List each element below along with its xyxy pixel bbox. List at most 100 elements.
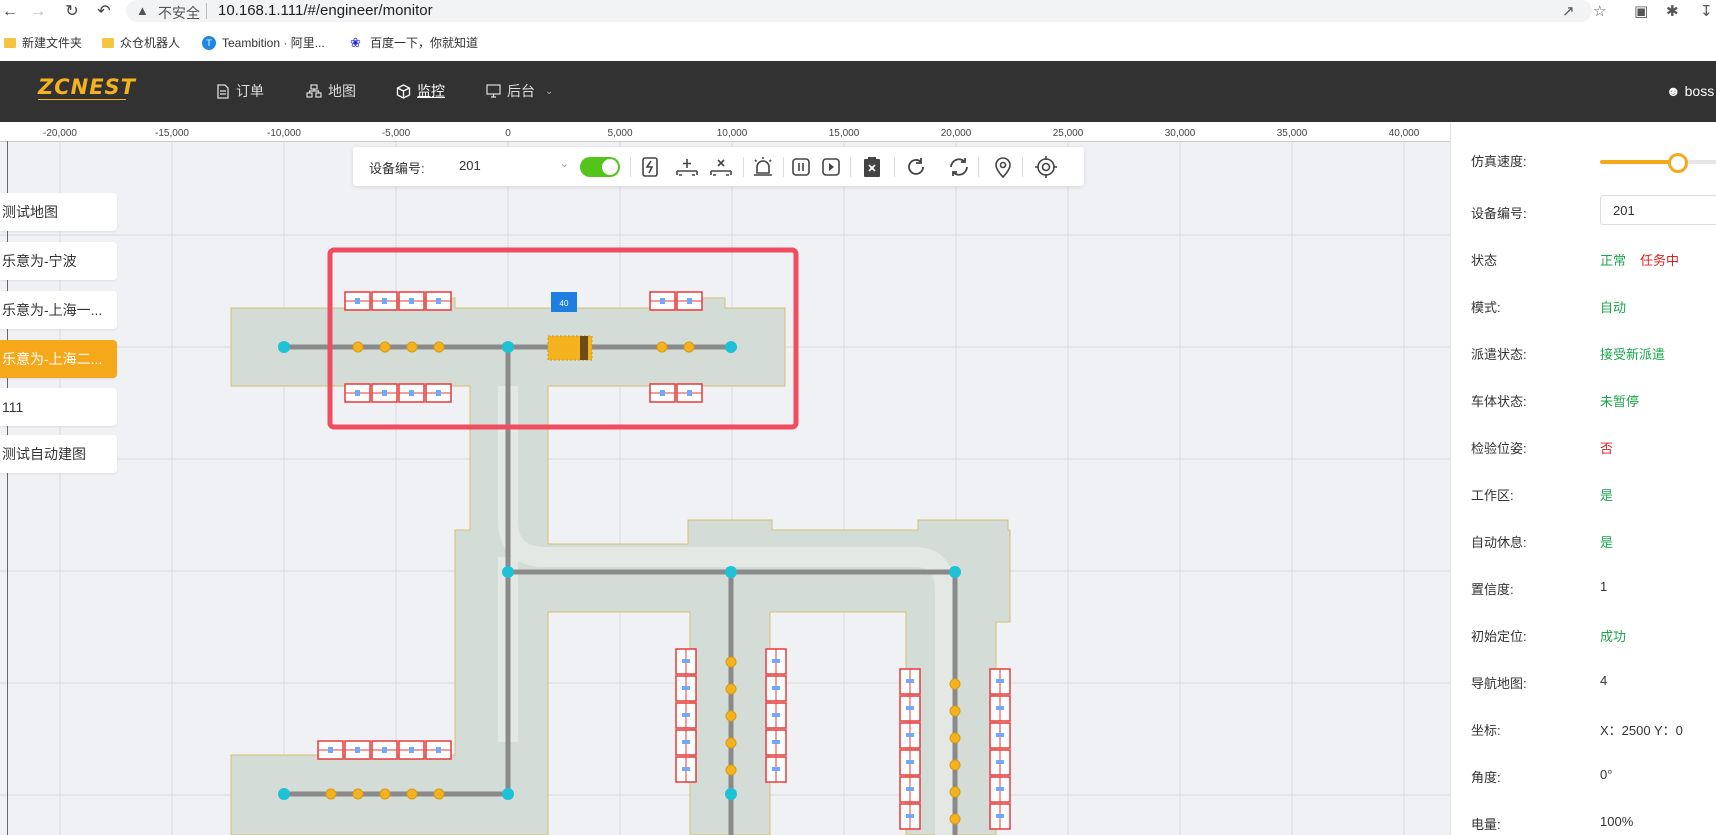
refresh-icon[interactable] bbox=[902, 153, 930, 181]
path-node bbox=[502, 341, 514, 353]
back-icon[interactable]: ← bbox=[0, 2, 20, 22]
logo-underline bbox=[38, 99, 126, 100]
ruler-tick: 10,000 bbox=[716, 128, 748, 139]
extensions-icon[interactable]: ✱ bbox=[1666, 2, 1679, 20]
status-row-value: 否 bbox=[1600, 441, 1614, 456]
status-row-label: 状态 bbox=[1471, 253, 1498, 268]
shelf-slot bbox=[660, 390, 665, 396]
document-icon bbox=[217, 83, 229, 99]
auto-toggle[interactable] bbox=[580, 157, 620, 177]
station-node bbox=[683, 341, 695, 353]
chevron-down-icon: ⌄ bbox=[545, 85, 554, 97]
ruler-top: -20,000 -15,000 -10,000 -5,000 0 5,000 1… bbox=[0, 122, 1450, 142]
toolbar-divider bbox=[630, 157, 631, 177]
map-canvas[interactable]: 40 -20,000 -15,000 -10,000 -5,000 0 5,00… bbox=[0, 122, 1450, 835]
status-row-label: 工作区: bbox=[1471, 488, 1514, 503]
status-row-label: 初始定位: bbox=[1471, 629, 1527, 644]
status-row-value: 是 bbox=[1600, 535, 1614, 550]
nav-monitor[interactable]: 监控 bbox=[396, 81, 445, 101]
ruler-tick: -15,000 bbox=[155, 128, 189, 139]
crop-icon[interactable]: ▣ bbox=[1634, 2, 1648, 20]
nav-orders[interactable]: 订单 bbox=[216, 81, 264, 101]
ruler-tick: 15,000 bbox=[828, 128, 860, 139]
status-row-value: X：2500 Y：0 bbox=[1600, 723, 1683, 738]
address-bar[interactable]: ▲ 不安全 10.168.1.111/#/engineer/monitor bbox=[126, 0, 1592, 22]
shelf-slot bbox=[660, 298, 665, 304]
shelf-slot bbox=[687, 390, 692, 396]
bookmark-label: 百度一下，你就知道 bbox=[370, 36, 479, 50]
shelf-slot bbox=[996, 679, 1004, 683]
bookmarks-bar: 新建文件夹 众仓机器人 T Teambition · 阿里... ❀ 百度一下，… bbox=[0, 30, 1716, 56]
user-menu[interactable]: ☻ boss bbox=[1666, 83, 1714, 99]
star-icon[interactable]: ☆ bbox=[1593, 2, 1606, 20]
download-icon[interactable]: ↧ bbox=[1700, 2, 1713, 20]
device-status-panel: 仿真速度: 设备编号: 201 状态 正常 任务中 模式: 自动 派遣状态: 接受新派遣 车体… bbox=[1450, 122, 1716, 835]
status-row-label: 自动休息: bbox=[1471, 535, 1527, 550]
station-node bbox=[949, 705, 961, 717]
shelf-slot bbox=[682, 659, 690, 663]
map-list-item[interactable]: 111 bbox=[0, 388, 117, 426]
station-node bbox=[433, 341, 445, 353]
user-icon: ☻ bbox=[1666, 83, 1681, 99]
device-label: 设备编号: bbox=[369, 161, 425, 176]
ruler-tick: 30,000 bbox=[1164, 128, 1196, 139]
bookmark-item[interactable]: T Teambition · 阿里... bbox=[202, 34, 325, 51]
speed-slider-handle[interactable] bbox=[1668, 153, 1688, 173]
device-select-value: 201 bbox=[459, 158, 481, 173]
status-row-label: 检验位姿: bbox=[1471, 441, 1527, 456]
url-text[interactable]: 10.168.1.111/#/engineer/monitor bbox=[218, 2, 433, 19]
vehicle-badge[interactable]: 40 bbox=[551, 292, 577, 312]
pallet-add-icon[interactable] bbox=[673, 153, 701, 181]
shelf-slot bbox=[682, 713, 690, 717]
status-row-value: 0° bbox=[1600, 767, 1613, 782]
warning-icon: ▲ bbox=[136, 3, 149, 18]
app-header: ZCNEST 订单 地图 监控 后台 ⌄ ☻ boss bbox=[0, 61, 1716, 122]
map-list-item[interactable]: 乐意为-宁波 bbox=[0, 242, 117, 280]
speed-slider[interactable] bbox=[1600, 153, 1716, 173]
map-list-item[interactable]: 测试地图 bbox=[0, 193, 117, 231]
status-row-value: 未暂停 bbox=[1600, 394, 1640, 409]
undo-icon[interactable]: ↶ bbox=[94, 2, 114, 22]
shelf-slot bbox=[996, 814, 1004, 818]
vehicle-agv[interactable] bbox=[547, 335, 593, 361]
device-field[interactable]: 201 bbox=[1600, 195, 1716, 225]
shelf-slot bbox=[682, 767, 690, 771]
shelf-slot bbox=[328, 747, 333, 753]
nav-map[interactable]: 地图 bbox=[306, 81, 356, 101]
map-list-item[interactable]: 乐意为-上海一... bbox=[0, 291, 117, 329]
shelf-slot bbox=[906, 787, 914, 791]
sync-icon[interactable] bbox=[945, 153, 973, 181]
target-icon[interactable] bbox=[1032, 153, 1060, 181]
station-node bbox=[949, 678, 961, 690]
station-node bbox=[725, 764, 737, 776]
forward-icon[interactable]: → bbox=[28, 2, 48, 22]
shelf-slot bbox=[906, 814, 914, 818]
alarm-icon[interactable] bbox=[749, 153, 777, 181]
clear-icon[interactable] bbox=[858, 153, 886, 181]
status-row-value: 正常 bbox=[1600, 253, 1627, 268]
bookmark-label: 众仓机器人 bbox=[120, 36, 181, 50]
play-icon[interactable] bbox=[817, 153, 845, 181]
map-list-item[interactable]: 测试自动建图 bbox=[0, 435, 117, 473]
pause-icon[interactable] bbox=[787, 153, 815, 181]
shelf-slot bbox=[409, 747, 414, 753]
location-pin-icon[interactable] bbox=[989, 153, 1017, 181]
share-icon[interactable]: ↗ bbox=[1562, 2, 1575, 20]
status-row-value: 是 bbox=[1600, 488, 1614, 503]
bookmark-item[interactable]: 众仓机器人 bbox=[102, 34, 180, 51]
warehouse-map[interactable]: 40 bbox=[0, 122, 1450, 835]
map-list-item-active[interactable]: 乐意为-上海二... bbox=[0, 340, 117, 378]
bookmark-item[interactable]: 新建文件夹 bbox=[4, 34, 82, 51]
reload-icon[interactable]: ↻ bbox=[62, 2, 82, 22]
charge-icon[interactable] bbox=[636, 153, 664, 181]
station-node bbox=[433, 788, 445, 800]
nav-admin[interactable]: 后台 ⌄ bbox=[486, 81, 553, 101]
pallet-remove-icon[interactable] bbox=[707, 153, 735, 181]
path-node bbox=[725, 566, 737, 578]
logo[interactable]: ZCNEST bbox=[38, 75, 136, 99]
status-row-label: 角度: bbox=[1471, 770, 1501, 785]
shelf-slot bbox=[772, 659, 780, 663]
shelf-slot bbox=[906, 733, 914, 737]
device-select[interactable]: 201 ⌄ bbox=[459, 153, 571, 179]
bookmark-item[interactable]: ❀ 百度一下，你就知道 bbox=[350, 34, 478, 51]
